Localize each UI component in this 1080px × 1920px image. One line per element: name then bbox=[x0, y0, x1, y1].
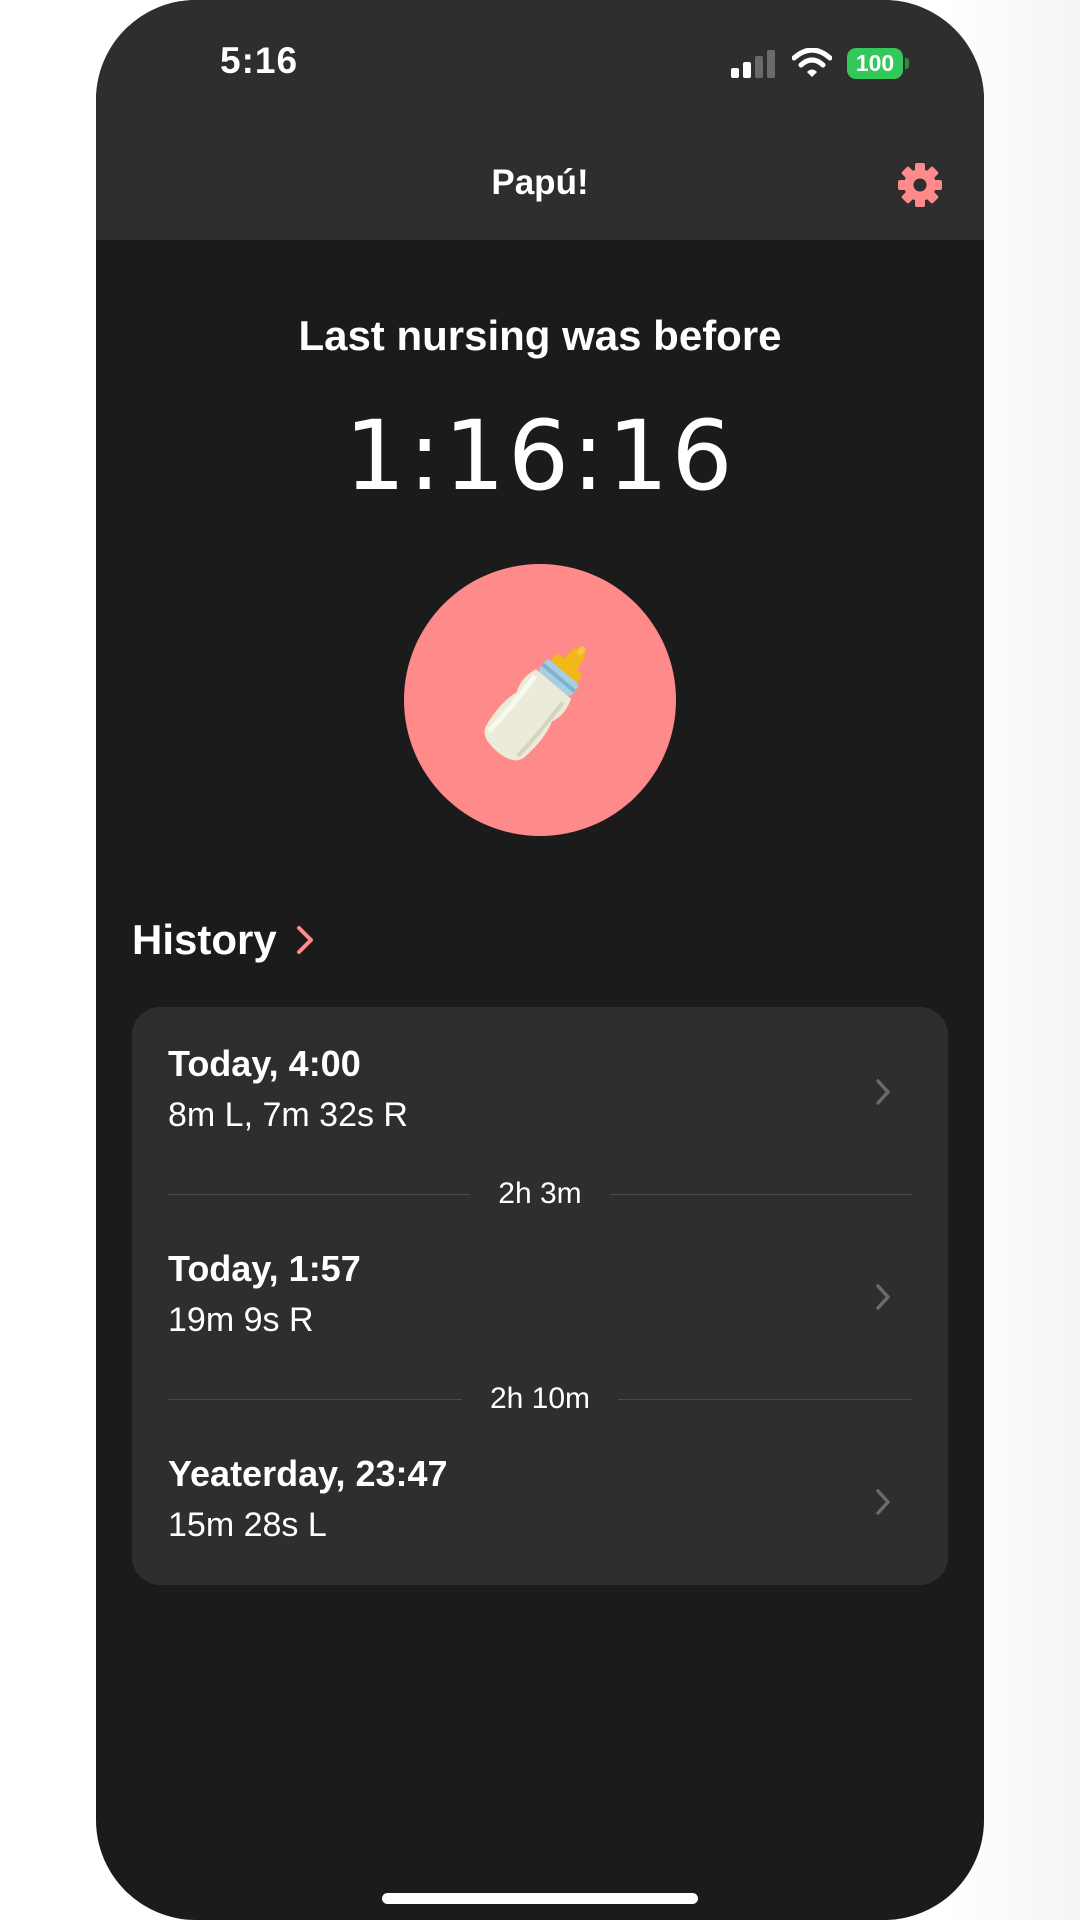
top-bar bbox=[96, 0, 984, 240]
battery-icon: 100 bbox=[847, 48, 903, 79]
status-time: 5:16 bbox=[220, 40, 299, 81]
start-nursing-button[interactable] bbox=[404, 564, 676, 836]
history-entry[interactable]: Today, 4:00 8m L, 7m 32s R bbox=[132, 1007, 948, 1134]
signal-icon bbox=[731, 50, 775, 78]
screen: 5:16 100 Papú! Last nursing was before 1… bbox=[0, 0, 1080, 1920]
elapsed-timer: 1:16:16 bbox=[344, 400, 736, 512]
chevron-right-icon bbox=[876, 1489, 890, 1515]
battery-nub bbox=[905, 58, 909, 69]
history-entry[interactable]: Today, 1:57 19m 9s R bbox=[132, 1212, 948, 1339]
entry-detail: 8m L, 7m 32s R bbox=[168, 1096, 408, 1134]
history-card: Today, 4:00 8m L, 7m 32s R 2h 3m Today, … bbox=[132, 1007, 948, 1585]
baby-bottle-icon bbox=[484, 646, 586, 761]
wifi-icon bbox=[792, 48, 832, 77]
interval-divider: 2h 10m bbox=[168, 1379, 912, 1419]
interval-label: 2h 10m bbox=[461, 1382, 619, 1415]
phone-frame: 5:16 100 Papú! Last nursing was before 1… bbox=[96, 0, 984, 1920]
history-entry[interactable]: Yeaterday, 23:47 15m 28s L bbox=[132, 1417, 948, 1544]
entry-title: Yeaterday, 23:47 bbox=[168, 1453, 448, 1494]
gear-icon[interactable] bbox=[896, 161, 944, 209]
chevron-right-icon bbox=[296, 926, 313, 954]
entry-title: Today, 4:00 bbox=[168, 1043, 361, 1084]
interval-divider: 2h 3m bbox=[168, 1174, 912, 1214]
entry-detail: 15m 28s L bbox=[168, 1506, 327, 1544]
history-header[interactable]: History bbox=[132, 912, 315, 968]
nav-title: Papú! bbox=[491, 163, 589, 202]
chevron-right-icon bbox=[876, 1079, 890, 1105]
home-indicator[interactable] bbox=[382, 1893, 698, 1904]
entry-detail: 19m 9s R bbox=[168, 1301, 314, 1339]
interval-label: 2h 3m bbox=[470, 1177, 610, 1210]
history-title: History bbox=[132, 916, 277, 963]
chevron-right-icon bbox=[876, 1284, 890, 1310]
entry-title: Today, 1:57 bbox=[168, 1248, 361, 1289]
last-nursing-label: Last nursing was before bbox=[298, 312, 782, 359]
